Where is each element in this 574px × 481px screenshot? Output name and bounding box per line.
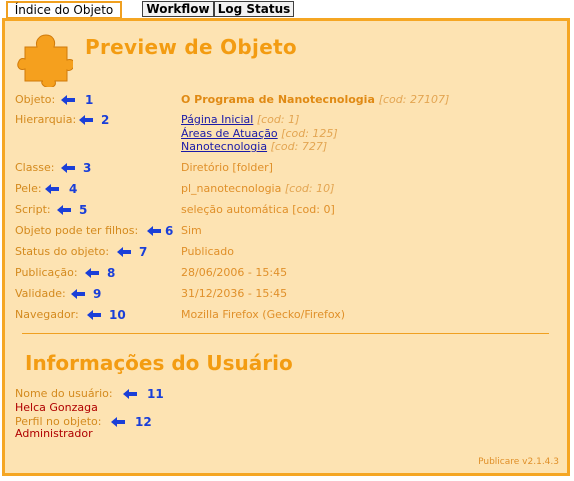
hierarquia-link-nanotecnologia[interactable]: Nanotecnologia <box>181 140 267 153</box>
classe-value: Diretório [folder] <box>181 161 273 174</box>
validade-label: Validade: <box>15 287 66 300</box>
annotation-number: 2 <box>101 113 110 127</box>
publicacao-value: 28/06/2006 - 15:45 <box>181 266 288 279</box>
arrow-left-icon <box>123 389 137 399</box>
arrow-left-icon <box>71 289 85 299</box>
hierarquia-label: Hierarquia: <box>15 113 77 126</box>
hierarquia-item: Página Inicial [cod: 1] <box>181 113 300 126</box>
validade-value: 31/12/2036 - 15:45 <box>181 287 288 300</box>
version-label: Publicare v2.1.4.3 <box>478 457 559 467</box>
classe-label: Classe: <box>15 161 55 174</box>
script-label: Script: <box>15 203 51 216</box>
tab-log-status[interactable]: Log Status <box>214 1 294 17</box>
annotation-number: 12 <box>135 415 152 429</box>
arrow-left-icon <box>147 226 161 236</box>
arrow-left-icon <box>87 310 101 320</box>
arrow-left-icon <box>111 417 125 427</box>
status-label: Status do objeto: <box>15 245 110 258</box>
arrow-left-icon <box>79 115 93 125</box>
page-title: Preview de Objeto <box>85 35 297 59</box>
publicacao-label: Publicação: <box>15 266 78 279</box>
annotation-number: 10 <box>109 308 126 322</box>
hierarquia-item: Áreas de Atuação [cod: 125] <box>181 126 338 140</box>
arrow-left-icon <box>45 184 59 194</box>
script-value: seleção automática [cod: 0] <box>181 203 335 216</box>
objeto-value: O Programa de Nanotecnologia [cod: 27107… <box>181 93 450 106</box>
nome-usuario-label: Nome do usuário: <box>15 387 113 400</box>
hierarquia-link-pagina-inicial[interactable]: Página Inicial <box>181 113 253 126</box>
puzzle-icon <box>17 34 73 87</box>
arrow-left-icon <box>61 163 75 173</box>
annotation-number: 5 <box>79 203 88 217</box>
annotation-number: 8 <box>107 266 116 280</box>
filhos-label: Objeto pode ter filhos: <box>15 224 139 237</box>
arrow-left-icon <box>57 205 71 215</box>
section-divider <box>22 333 549 334</box>
pele-label: Pele: <box>15 182 42 195</box>
annotation-number: 4 <box>69 182 78 196</box>
hierarquia-list: Página Inicial [cod: 1] Áreas de Atuação… <box>181 113 338 154</box>
annotation-number: 6 <box>165 224 174 238</box>
arrow-left-icon <box>117 247 131 257</box>
perfil-objeto-value: Administrador <box>15 427 93 440</box>
navegador-label: Navegador: <box>15 308 79 321</box>
arrow-left-icon <box>85 268 99 278</box>
arrow-left-icon <box>61 95 75 105</box>
pele-value: pl_nanotecnologia [cod: 10] <box>181 182 335 195</box>
hierarquia-item: Nanotecnologia [cod: 727] <box>181 140 328 153</box>
navegador-value: Mozilla Firefox (Gecko/Firefox) <box>181 308 346 321</box>
hierarquia-link-areas-de-atuacao[interactable]: Áreas de Atuação <box>181 127 278 140</box>
object-preview-panel: Preview de Objeto Objeto: 1 O Programa d… <box>2 18 570 476</box>
annotation-number: 7 <box>139 245 148 259</box>
annotation-number: 1 <box>85 93 94 107</box>
tab-indice-do-objeto[interactable]: Índice do Objeto <box>6 1 122 19</box>
tab-workflow[interactable]: Workflow <box>142 1 214 17</box>
annotation-number: 9 <box>93 287 102 301</box>
status-value: Publicado <box>181 245 235 258</box>
annotation-number: 11 <box>147 387 164 401</box>
annotation-number: 3 <box>83 161 92 175</box>
user-section-title: Informações do Usuário <box>25 351 293 375</box>
nome-usuario-value: Helca Gonzaga <box>15 401 98 414</box>
objeto-label: Objeto: <box>15 93 56 106</box>
filhos-value: Sim <box>181 224 202 237</box>
